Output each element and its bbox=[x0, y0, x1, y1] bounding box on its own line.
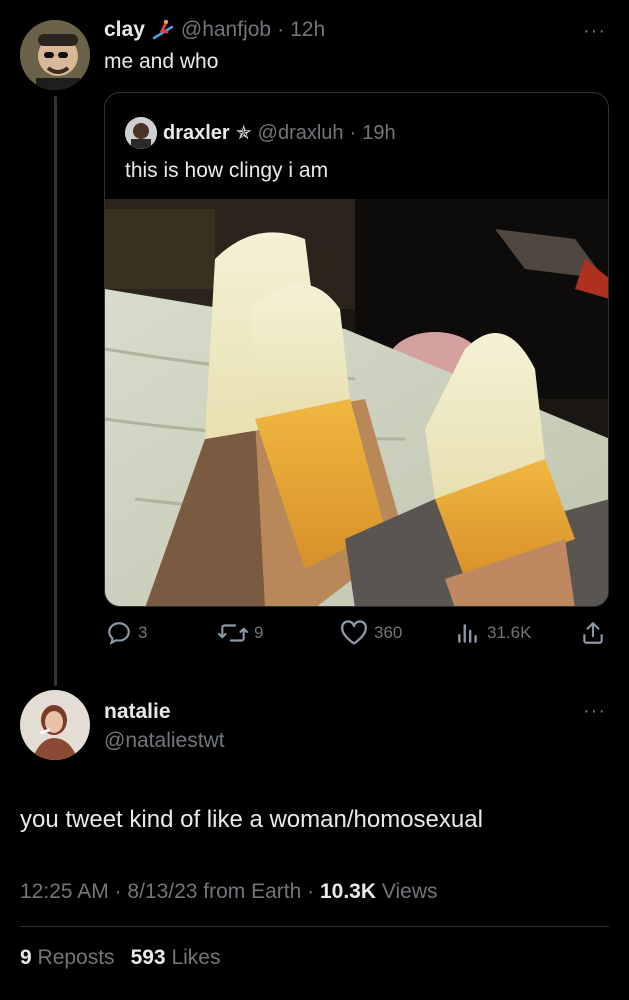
reply-button[interactable]: 3 bbox=[106, 620, 147, 646]
reply-count: 3 bbox=[138, 623, 148, 642]
likes-stat[interactable]: 593 Likes bbox=[131, 946, 221, 970]
share-button[interactable] bbox=[580, 620, 606, 646]
reply-stats: 9 Reposts 593 Likes bbox=[20, 946, 220, 970]
avatar-clay-image bbox=[20, 20, 90, 90]
quoted-tweet-header: draxler ✯ @draxluh · 19h bbox=[125, 117, 396, 149]
like-count: 360 bbox=[374, 623, 403, 642]
quoted-timestamp[interactable]: 19h bbox=[362, 122, 395, 145]
timestamp[interactable]: 12h bbox=[290, 18, 325, 42]
reply-text: you tweet kind of like a woman/homosexua… bbox=[20, 806, 483, 833]
repost-icon bbox=[218, 624, 248, 642]
more-icon[interactable]: ··· bbox=[583, 20, 606, 43]
avatar-natalie-image bbox=[20, 690, 90, 760]
reply-timestamp[interactable]: 12:25 AM · 8/13/23 from Earth · bbox=[20, 880, 320, 903]
avatar-natalie[interactable] bbox=[20, 690, 90, 760]
avatar-draxler bbox=[125, 117, 157, 149]
skiing-person-icon bbox=[152, 19, 174, 40]
share-icon bbox=[583, 622, 603, 644]
reply-more-icon[interactable]: ··· bbox=[583, 700, 606, 723]
handle[interactable]: @hanfjob bbox=[181, 18, 271, 42]
thread-line bbox=[54, 96, 57, 686]
separator: · bbox=[277, 18, 285, 41]
avatar-draxler-image bbox=[125, 117, 157, 149]
quoted-separator: · bbox=[349, 121, 357, 144]
repost-count: 9 bbox=[254, 623, 264, 642]
display-name[interactable]: clay bbox=[104, 18, 145, 42]
divider-top bbox=[20, 926, 609, 927]
reposts-label: Reposts bbox=[31, 946, 115, 969]
heart-icon bbox=[341, 620, 367, 645]
reply-views-label: Views bbox=[376, 880, 438, 903]
quoted-tweet-card[interactable]: draxler ✯ @draxluh · 19h this is how cli… bbox=[104, 92, 609, 607]
reply-meta: 12:25 AM · 8/13/23 from Earth · 10.3K Vi… bbox=[20, 880, 438, 904]
bar-chart-icon bbox=[458, 624, 477, 643]
quoted-tweet-text: this is how clingy i am bbox=[125, 159, 329, 182]
reposts-count: 9 bbox=[20, 946, 32, 969]
likes-count: 593 bbox=[130, 946, 166, 969]
reply-handle[interactable]: @nataliestwt bbox=[104, 729, 225, 753]
quoted-display-name[interactable]: draxler bbox=[163, 122, 230, 145]
reply-icon bbox=[108, 622, 130, 645]
star-badge-icon: ✯ bbox=[235, 122, 252, 144]
repost-button[interactable]: 9 bbox=[218, 620, 263, 646]
reply-display-name[interactable]: natalie bbox=[104, 700, 171, 724]
quoted-tweet-media[interactable] bbox=[105, 199, 608, 606]
tweet-header: clay @hanfjob · 12h bbox=[104, 18, 325, 42]
likes-label: Likes bbox=[165, 946, 221, 969]
socks-photo-image bbox=[105, 199, 608, 606]
tweet-text: me and who bbox=[104, 50, 219, 73]
like-button[interactable]: 360 bbox=[340, 620, 402, 646]
reply-views-count: 10.3K bbox=[319, 880, 377, 903]
views-button[interactable]: 31.6K bbox=[455, 620, 531, 646]
view-count: 31.6K bbox=[487, 623, 532, 642]
avatar-clay[interactable] bbox=[20, 20, 90, 90]
quoted-handle[interactable]: @draxluh bbox=[258, 122, 344, 145]
reposts-stat[interactable]: 9 Reposts bbox=[20, 946, 115, 970]
